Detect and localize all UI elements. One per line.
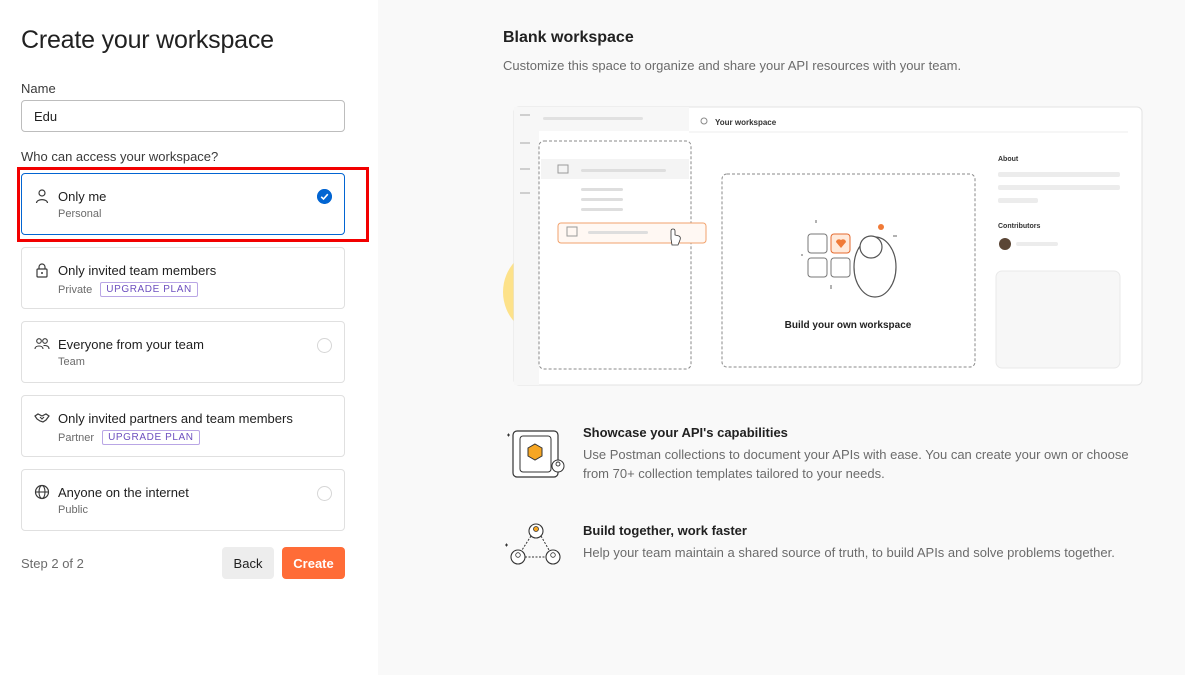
mock-about-label: About — [998, 156, 1019, 163]
workspace-illustration: Your workspace Build your own workspace … — [503, 106, 1143, 386]
feature-title: Showcase your API's capabilities — [583, 425, 788, 440]
option-subtitle: Team — [58, 356, 85, 368]
option-subtitle: Public — [58, 504, 88, 516]
option-title: Only me — [58, 189, 107, 204]
upgrade-plan-badge[interactable]: UPGRADE PLAN — [100, 282, 198, 297]
mock-workspace-label: Your workspace — [715, 118, 777, 127]
handshake-icon — [34, 413, 50, 423]
upgrade-plan-badge[interactable]: UPGRADE PLAN — [102, 430, 200, 445]
option-title: Everyone from your team — [58, 337, 204, 352]
radio-button[interactable] — [317, 338, 332, 353]
team-network-icon — [505, 523, 561, 565]
option-subtitle: Personal — [58, 208, 102, 220]
mock-contributors-label: Contributors — [998, 223, 1040, 230]
access-option-public[interactable]: Anyone on the internet Public — [21, 469, 345, 531]
option-title: Only invited partners and team members — [58, 411, 293, 426]
check-icon — [317, 189, 332, 204]
feature-description: Help your team maintain a shared source … — [583, 545, 1115, 560]
option-subtitle: Private — [58, 283, 93, 296]
preview-title: Blank workspace — [503, 29, 634, 46]
feature-description: Use Postman collections to document your… — [583, 447, 1129, 481]
radio-button[interactable] — [317, 486, 332, 501]
name-label: Name — [21, 81, 56, 96]
access-option-team[interactable]: Everyone from your team Team — [21, 321, 345, 383]
step-indicator: Step 2 of 2 — [21, 556, 84, 571]
preview-description: Customize this space to organize and sha… — [503, 58, 962, 73]
name-input[interactable] — [21, 100, 345, 132]
workspace-preview-panel: Blank workspace Customize this space to … — [378, 0, 1185, 675]
access-option-invited-team[interactable]: Only invited team members Private UPGRAD… — [21, 247, 345, 309]
option-title: Anyone on the internet — [58, 485, 189, 500]
person-icon — [35, 189, 49, 204]
option-title: Only invited team members — [58, 263, 217, 278]
access-option-only-me[interactable]: Only me Personal — [21, 173, 345, 235]
access-option-partner[interactable]: Only invited partners and team members P… — [21, 395, 345, 457]
back-button[interactable]: Back — [222, 547, 274, 579]
mock-center-label: Build your own workspace — [785, 320, 912, 331]
team-icon — [34, 338, 50, 350]
lock-icon — [36, 263, 48, 278]
create-button[interactable]: Create — [282, 547, 345, 579]
globe-icon — [34, 484, 50, 500]
create-workspace-panel: Create your workspace Name Who can acces… — [0, 0, 378, 675]
access-label: Who can access your workspace? — [21, 149, 219, 164]
option-subtitle: Partner — [58, 431, 95, 444]
feature-title: Build together, work faster — [583, 523, 747, 538]
page-title: Create your workspace — [21, 26, 274, 54]
collection-card-icon — [507, 430, 565, 478]
